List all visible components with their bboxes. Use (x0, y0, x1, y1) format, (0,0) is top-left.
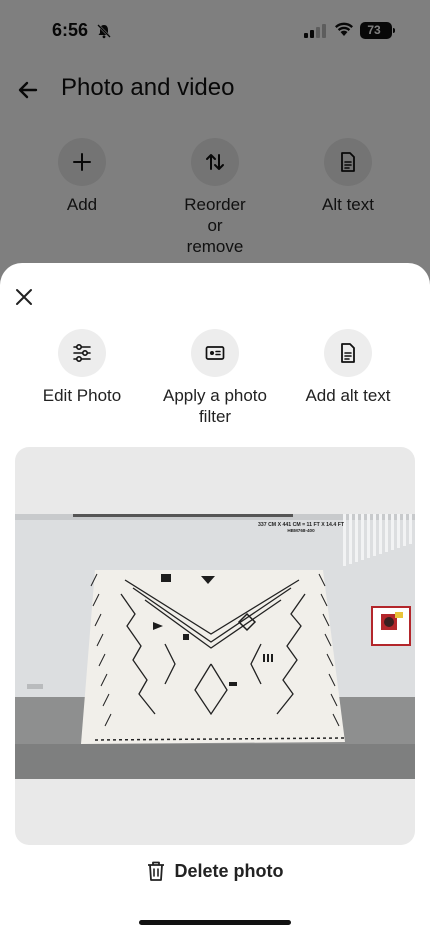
edit-photo-label: Edit Photo (42, 386, 122, 405)
apply-filter-button[interactable]: Apply a photo filter (145, 329, 285, 427)
add-alt-text-label: Add alt text (305, 386, 391, 405)
delete-photo-label: Delete photo (174, 860, 284, 881)
apply-filter-label: Apply a photo filter (163, 386, 267, 426)
photo-options-sheet: Edit Photo Apply a photo filter Add alt … (0, 263, 430, 934)
edit-photo-button[interactable]: Edit Photo (12, 329, 152, 406)
edit-photo-circle (58, 329, 106, 377)
add-alt-text-button[interactable]: Add alt text (278, 329, 418, 406)
add-alt-text-circle (324, 329, 372, 377)
delete-photo-button[interactable]: Delete photo (0, 857, 430, 885)
rug-photo: 337 CM X 441 CM = 11 FT X 14.4 FT HBM768… (15, 514, 415, 779)
photo-filter-icon (205, 346, 225, 360)
sliders-icon (73, 343, 91, 363)
close-button[interactable] (12, 285, 36, 309)
home-indicator[interactable] (139, 920, 291, 925)
photo-preview-card: 337 CM X 441 CM = 11 FT X 14.4 FT HBM768… (15, 447, 415, 845)
photo-caption-2: HBM768-400 (287, 528, 315, 533)
close-icon (16, 289, 32, 305)
apply-filter-circle (191, 329, 239, 377)
document-icon (341, 343, 355, 363)
trash-icon (148, 861, 165, 881)
